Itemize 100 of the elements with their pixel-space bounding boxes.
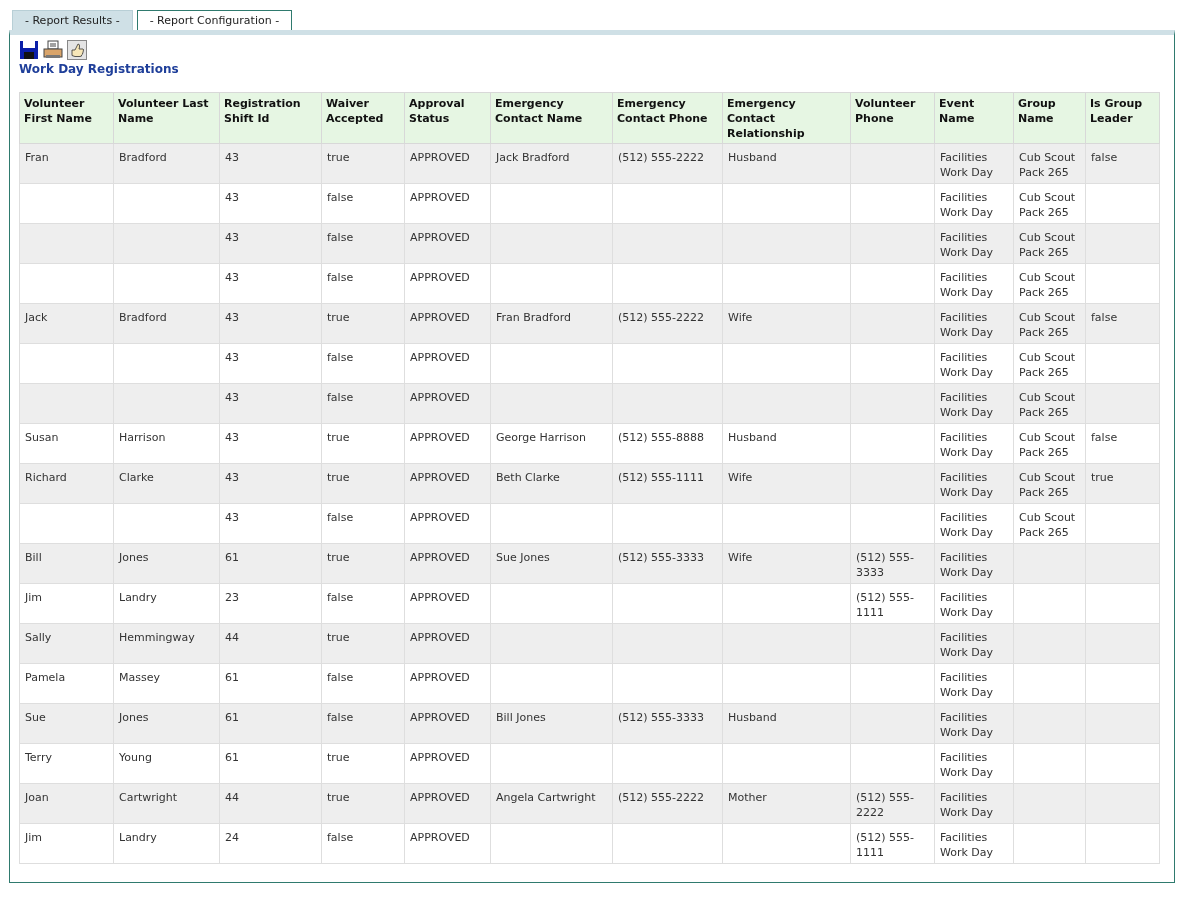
table-cell: Bill Jones — [490, 703, 613, 744]
table-cell: false — [1085, 423, 1160, 464]
table-cell: 43 — [219, 263, 322, 304]
column-header: Is Group Leader — [1085, 92, 1160, 144]
table-cell: false — [321, 583, 405, 624]
table-cell: false — [321, 703, 405, 744]
table-cell: Jim — [19, 583, 114, 624]
table-cell: Facilities Work Day — [934, 503, 1014, 544]
table-cell: Facilities Work Day — [934, 343, 1014, 384]
table-cell: false — [321, 183, 405, 224]
thumbs-up-icon[interactable] — [67, 40, 87, 60]
table-cell: Wife — [722, 303, 851, 344]
table-cell: false — [321, 383, 405, 424]
table-cell: APPROVED — [404, 543, 491, 584]
table-cell: Jones — [113, 703, 220, 744]
table-cell: false — [321, 663, 405, 704]
table-cell: true — [321, 463, 405, 504]
table-cell: (512) 555-8888 — [612, 423, 723, 464]
table-cell: Bradford — [113, 143, 220, 184]
table-cell: Clarke — [113, 463, 220, 504]
column-header: Volunteer Phone — [850, 92, 935, 144]
table-cell: APPROVED — [404, 663, 491, 704]
table-cell: Facilities Work Day — [934, 143, 1014, 184]
print-icon[interactable] — [43, 40, 63, 60]
table-cell: Massey — [113, 663, 220, 704]
table-cell: (512) 555-1111 — [612, 463, 723, 504]
table-cell: Landry — [113, 583, 220, 624]
table-cell: 24 — [219, 823, 322, 864]
column-header: Waiver Accepted — [321, 92, 405, 144]
table-cell: APPROVED — [404, 743, 491, 784]
table-cell: APPROVED — [404, 623, 491, 664]
table-cell: Cartwright — [113, 783, 220, 824]
table-cell: Facilities Work Day — [934, 263, 1014, 304]
table-cell: Cub Scout Pack 265 — [1013, 343, 1086, 384]
table-cell: Cub Scout Pack 265 — [1013, 463, 1086, 504]
column-header: Group Name — [1013, 92, 1086, 144]
table-cell: Joan — [19, 783, 114, 824]
table-cell: Facilities Work Day — [934, 663, 1014, 704]
table-cell: Beth Clarke — [490, 463, 613, 504]
table-cell: APPROVED — [404, 383, 491, 424]
table-cell: 61 — [219, 703, 322, 744]
save-icon[interactable] — [19, 40, 39, 60]
table-cell: APPROVED — [404, 463, 491, 504]
table-cell: false — [1085, 303, 1160, 344]
column-header: Emergency Contact Relationship — [722, 92, 851, 144]
table-cell: Fran — [19, 143, 114, 184]
table-cell: 44 — [219, 623, 322, 664]
table-cell: 61 — [219, 663, 322, 704]
table-cell: Cub Scout Pack 265 — [1013, 143, 1086, 184]
table-cell: Landry — [113, 823, 220, 864]
table-cell: Bradford — [113, 303, 220, 344]
table-cell: false — [321, 263, 405, 304]
column-header: Volunteer Last Name — [113, 92, 220, 144]
table-cell: Jack Bradford — [490, 143, 613, 184]
table-cell: Cub Scout Pack 265 — [1013, 503, 1086, 544]
table-cell: true — [321, 783, 405, 824]
table-cell: Facilities Work Day — [934, 743, 1014, 784]
table-cell: true — [321, 303, 405, 344]
table-cell: (512) 555-2222 — [612, 143, 723, 184]
report-title: Work Day Registrations — [19, 62, 180, 76]
table-cell: 43 — [219, 223, 322, 264]
table-cell: Cub Scout Pack 265 — [1013, 223, 1086, 264]
table-cell: Terry — [19, 743, 114, 784]
table-cell: false — [1085, 143, 1160, 184]
table-cell: George Harrison — [490, 423, 613, 464]
table-cell: Facilities Work Day — [934, 583, 1014, 624]
table-cell: APPROVED — [404, 183, 491, 224]
table-cell: true — [321, 543, 405, 584]
table-cell: Facilities Work Day — [934, 623, 1014, 664]
table-cell: Facilities Work Day — [934, 823, 1014, 864]
tab[interactable]: - Report Results - — [12, 10, 133, 30]
column-header: Event Name — [934, 92, 1014, 144]
table-cell: APPROVED — [404, 823, 491, 864]
table-cell: Sally — [19, 623, 114, 664]
table-cell: Facilities Work Day — [934, 223, 1014, 264]
table-cell: APPROVED — [404, 703, 491, 744]
column-header: Volunteer First Name — [19, 92, 114, 144]
table-cell: Young — [113, 743, 220, 784]
column-header: Emergency Contact Name — [490, 92, 613, 144]
table-cell: Cub Scout Pack 265 — [1013, 183, 1086, 224]
table-cell: 61 — [219, 743, 322, 784]
table-cell: 43 — [219, 143, 322, 184]
table-cell: Richard — [19, 463, 114, 504]
table-cell: Facilities Work Day — [934, 383, 1014, 424]
table-cell: Facilities Work Day — [934, 183, 1014, 224]
table-cell: APPROVED — [404, 223, 491, 264]
table-cell: Facilities Work Day — [934, 463, 1014, 504]
table-cell: APPROVED — [404, 143, 491, 184]
table-cell: true — [321, 423, 405, 464]
table-cell: Harrison — [113, 423, 220, 464]
table-cell: Husband — [722, 143, 851, 184]
table-cell: Sue — [19, 703, 114, 744]
table-cell: false — [321, 503, 405, 544]
table-cell: Husband — [722, 423, 851, 464]
table-cell: (512) 555-3333 — [612, 703, 723, 744]
table-cell: Jack — [19, 303, 114, 344]
tab[interactable]: - Report Configuration - — [136, 10, 293, 30]
table-cell: Pamela — [19, 663, 114, 704]
table-cell: Facilities Work Day — [934, 703, 1014, 744]
table-cell: Cub Scout Pack 265 — [1013, 303, 1086, 344]
